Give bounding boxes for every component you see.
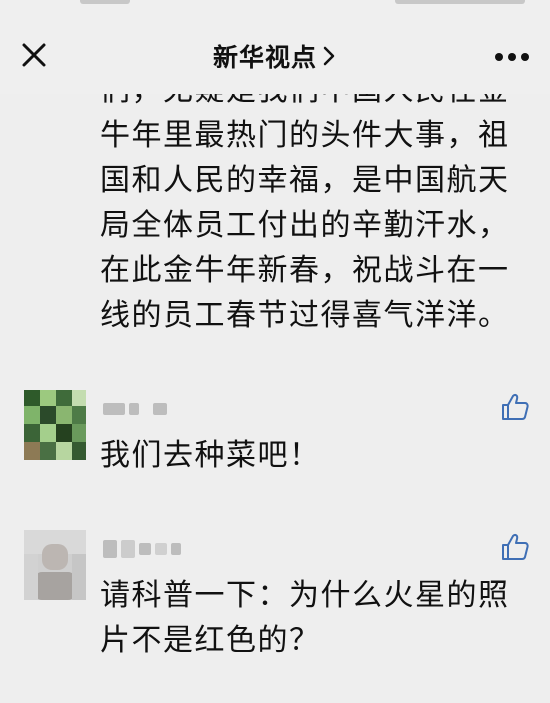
username[interactable]	[103, 540, 181, 558]
username[interactable]	[103, 400, 167, 418]
text-line: 片不是红色的？	[100, 623, 321, 658]
chevron-right-icon	[323, 46, 335, 66]
text-line: 牛年里最热门的头件大事，祖	[100, 118, 510, 153]
text-line: 在此金牛年新春，祝战斗在一	[100, 253, 510, 288]
thumbs-up-icon[interactable]	[500, 532, 530, 562]
comment-item: 我们去种菜吧！	[0, 390, 550, 510]
page-title: 新华视点	[212, 43, 317, 72]
text-line: 局全体员工付出的辛勤汗水，	[100, 208, 510, 243]
text-line: 国和人民的幸福，是中国航天	[100, 163, 510, 198]
comment-item: 请科普一下：为什么火星的照 片不是红色的？	[0, 530, 550, 700]
thumbs-up-icon[interactable]	[500, 392, 530, 422]
account-title-link[interactable]: 新华视点	[0, 38, 550, 74]
comment-text: 们，无疑是我们中国人民在金 牛年里最热门的头件大事，祖 国和人民的幸福，是中国航…	[100, 94, 530, 338]
text-line: 请科普一下：为什么火星的照	[100, 578, 510, 613]
text-line: 们，无疑是我们中国人民在金	[100, 94, 530, 113]
status-bar	[0, 0, 550, 16]
avatar[interactable]	[24, 390, 86, 460]
more-dots-icon[interactable]	[494, 52, 530, 62]
comment-text: 请科普一下：为什么火星的照 片不是红色的？	[100, 573, 530, 663]
featured-comment-body: 们，无疑是我们中国人民在金 牛年里最热门的头件大事，祖 国和人民的幸福，是中国航…	[0, 94, 550, 354]
avatar[interactable]	[24, 530, 86, 600]
text-line: 线的员工春节过得喜气洋洋。	[100, 298, 510, 333]
top-nav-bar: 新华视点	[0, 16, 550, 94]
comment-text: 我们去种菜吧！	[100, 438, 321, 473]
